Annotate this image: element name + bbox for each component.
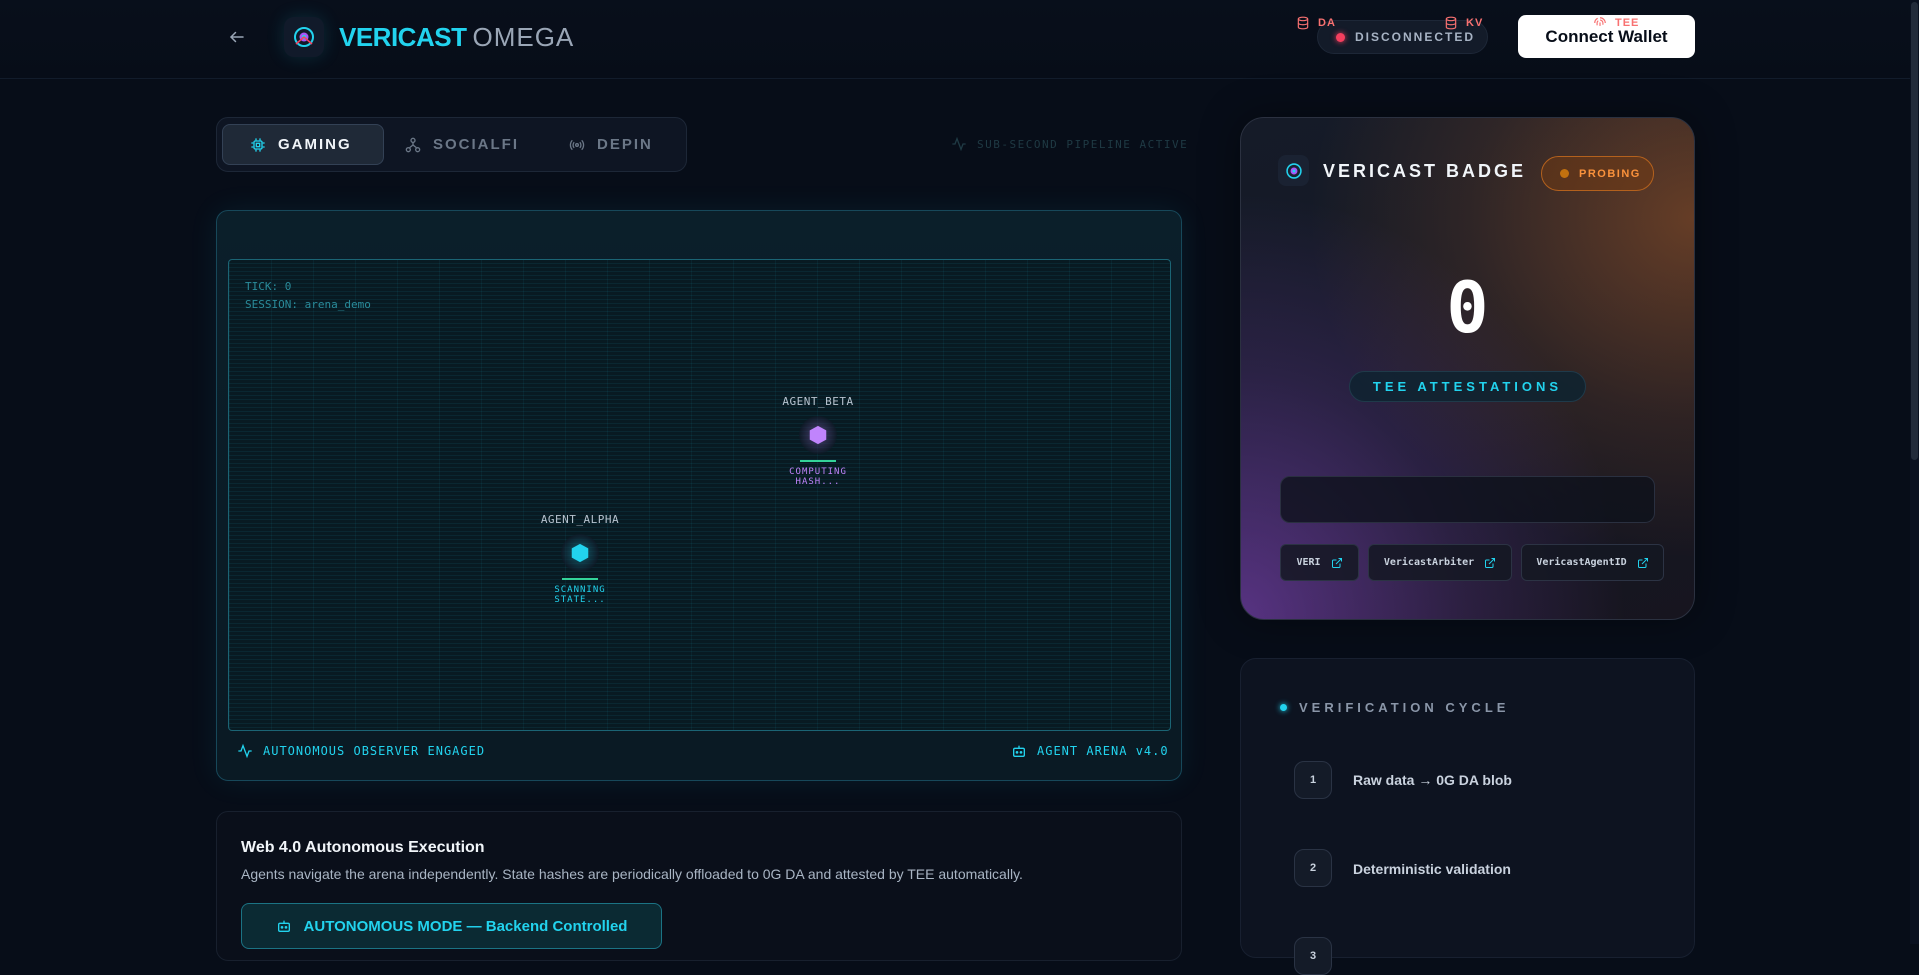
layer-tee-label: TEE bbox=[1615, 17, 1640, 29]
probing-status-badge: PROBING bbox=[1541, 156, 1654, 191]
session-id: SESSION: arena_demo bbox=[245, 298, 371, 311]
tab-gaming-label: GAMING bbox=[278, 136, 352, 153]
observer-status: AUTONOMOUS OBSERVER ENGAGED bbox=[237, 743, 485, 759]
robot-icon bbox=[277, 920, 290, 932]
brand-primary: VERICAST bbox=[339, 22, 467, 52]
contract-link-agentid[interactable]: VericastAgentID bbox=[1521, 544, 1664, 581]
badge-title: VERICAST BADGE bbox=[1323, 161, 1527, 181]
badge-logo bbox=[1278, 155, 1309, 186]
scrollbar-thumb[interactable] bbox=[1911, 2, 1918, 460]
fingerprint-icon bbox=[1594, 17, 1606, 26]
step-number-2: 2 bbox=[1294, 849, 1332, 887]
status-dot-icon bbox=[1336, 32, 1345, 42]
hexagon-icon bbox=[571, 543, 589, 563]
step-text-2: Deterministic validation bbox=[1353, 861, 1511, 877]
arena-version-text: AGENT ARENA v4.0 bbox=[1037, 744, 1169, 758]
attestation-count: 0 bbox=[1446, 267, 1489, 349]
tab-depin-label: DEPIN bbox=[597, 136, 653, 153]
execution-description: Agents navigate the arena independently.… bbox=[241, 866, 1023, 882]
attestation-label: TEE ATTESTATIONS bbox=[1349, 371, 1586, 402]
autonomous-mode-button[interactable]: AUTONOMOUS MODE — Backend Controlled bbox=[241, 903, 662, 949]
autonomous-mode-label: AUTONOMOUS MODE — Backend Controlled bbox=[303, 917, 628, 935]
top-header: VERICAST OMEGA DISCONNECTED Connect Walle… bbox=[0, 0, 1919, 79]
arena-version: AGENT ARENA v4.0 bbox=[1011, 743, 1169, 759]
contract-arbiter-label: VericastArbiter bbox=[1383, 557, 1475, 568]
activity-icon bbox=[238, 743, 252, 759]
agent-beta-name: AGENT_BETA bbox=[782, 395, 854, 408]
verification-title: VERIFICATION CYCLE bbox=[1280, 700, 1509, 715]
execution-title: Web 4.0 Autonomous Execution bbox=[241, 839, 485, 856]
tab-socialfi[interactable]: SOCIALFI bbox=[405, 124, 525, 165]
tab-gaming[interactable]: GAMING bbox=[222, 124, 384, 165]
agent-alpha-name: AGENT_ALPHA bbox=[540, 513, 620, 526]
tab-depin[interactable]: DEPIN bbox=[569, 124, 659, 165]
chip-icon bbox=[251, 137, 265, 152]
agent-alpha-core bbox=[561, 534, 599, 572]
probing-dot-icon bbox=[1560, 169, 1569, 178]
brand-name: VERICAST OMEGA bbox=[339, 22, 574, 52]
external-link-icon bbox=[1637, 557, 1648, 568]
agent-beta: AGENT_BETA COMPUTING HASH... bbox=[770, 395, 866, 487]
activity-icon bbox=[952, 136, 966, 152]
layer-tee: TEE bbox=[1593, 16, 1639, 30]
agent-alpha-state: SCANNING STATE... bbox=[554, 585, 606, 605]
contract-veri-label: VERI bbox=[1296, 557, 1321, 568]
tick-counter: TICK: 0 bbox=[245, 280, 292, 293]
verification-dot-icon bbox=[1280, 704, 1287, 711]
layer-kv: KV bbox=[1444, 16, 1483, 30]
hexagon-icon bbox=[809, 425, 827, 445]
agent-alpha-progress bbox=[562, 578, 598, 580]
contract-link-veri[interactable]: VERI bbox=[1280, 544, 1359, 581]
category-tabs: GAMING SOCIALFI DEPIN bbox=[216, 117, 687, 172]
tab-socialfi-label: SOCIALFI bbox=[433, 136, 519, 153]
pipeline-status: SUB-SECOND PIPELINE ACTIVE bbox=[951, 136, 1188, 152]
external-link-icon bbox=[1485, 557, 1496, 568]
robot-icon bbox=[1013, 745, 1025, 757]
contract-agentid-label: VericastAgentID bbox=[1536, 557, 1627, 568]
broadcast-icon bbox=[569, 139, 585, 150]
arena-grid bbox=[228, 259, 1171, 731]
network-icon bbox=[405, 137, 421, 152]
step-text-1: Raw data → 0G DA blob bbox=[1353, 772, 1512, 788]
external-link-icon bbox=[1331, 557, 1342, 568]
agent-beta-state: COMPUTING HASH... bbox=[789, 467, 847, 487]
storage-layers bbox=[1280, 476, 1655, 523]
layer-da-label: DA bbox=[1318, 17, 1336, 29]
step-number-1: 1 bbox=[1294, 761, 1332, 799]
layer-da: DA bbox=[1296, 16, 1336, 30]
step-number-3: 3 bbox=[1294, 937, 1332, 975]
agent-beta-core bbox=[799, 416, 837, 454]
connection-status-text: DISCONNECTED bbox=[1355, 30, 1476, 44]
layer-kv-label: KV bbox=[1466, 17, 1484, 29]
arrow-left-icon bbox=[230, 31, 244, 43]
observer-status-text: AUTONOMOUS OBSERVER ENGAGED bbox=[263, 744, 486, 758]
back-button[interactable] bbox=[224, 24, 250, 50]
brand-logo bbox=[284, 17, 324, 57]
arena-hud: TICK: 0 SESSION: arena_demo bbox=[245, 278, 371, 314]
vericast-logo-icon bbox=[1285, 162, 1302, 179]
pipeline-status-text: SUB-SECOND PIPELINE ACTIVE bbox=[977, 137, 1189, 151]
contract-link-arbiter[interactable]: VericastArbiter bbox=[1368, 544, 1512, 581]
agent-beta-progress bbox=[800, 460, 836, 462]
verification-title-text: VERIFICATION CYCLE bbox=[1299, 700, 1510, 715]
database-icon bbox=[1297, 16, 1309, 30]
probing-status-text: PROBING bbox=[1579, 167, 1641, 180]
brand-secondary: OMEGA bbox=[472, 22, 575, 52]
agent-alpha: AGENT_ALPHA SCANNING STATE... bbox=[532, 513, 628, 605]
database-icon bbox=[1445, 16, 1457, 30]
vericast-logo-icon bbox=[294, 27, 314, 47]
